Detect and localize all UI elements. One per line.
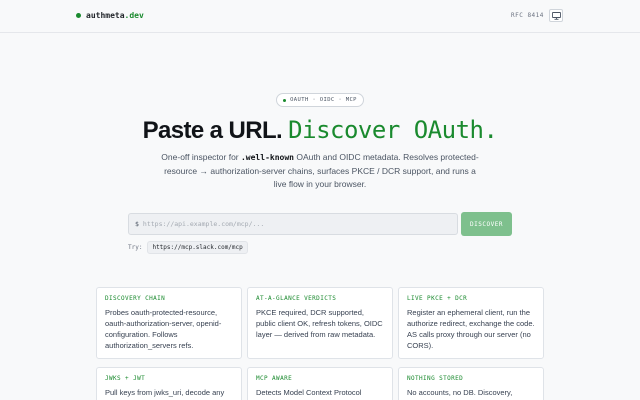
feature-card-live-pkce: LIVE PKCE + DCR Register an ephemeral cl… xyxy=(398,287,544,359)
card-title: AT-A-GLANCE VERDICTS xyxy=(256,295,337,302)
page-headline: Paste a URL. Discover OAuth. xyxy=(0,116,640,145)
protocol-pill: OAUTH · OIDC · MCP xyxy=(276,93,364,107)
pill-dot-icon xyxy=(283,98,287,102)
feature-card-verdicts: AT-A-GLANCE VERDICTS PKCE required, DCR … xyxy=(247,287,393,359)
page-subtitle: One-off inspector for .well-known OAuth … xyxy=(160,151,480,192)
card-description: No accounts, no DB. Discovery, xyxy=(407,388,513,397)
feature-card-mcp: MCP AWARE Detects Model Context Protocol xyxy=(247,367,393,400)
card-title: LIVE PKCE + DCR xyxy=(407,295,468,302)
feature-card-nothing-stored: NOTHING STORED No accounts, no DB. Disco… xyxy=(398,367,544,400)
brand-tld: .dev xyxy=(124,11,144,20)
card-description: Probes oauth-protected-resource, oauth-a… xyxy=(105,308,222,350)
card-title: JWKS + JWT xyxy=(105,375,146,382)
try-label: Try: xyxy=(128,244,143,251)
card-title: DISCOVERY CHAIN xyxy=(105,295,166,302)
url-input[interactable] xyxy=(142,220,457,228)
url-search-box[interactable]: $ xyxy=(128,213,458,235)
brand-dot-icon xyxy=(76,13,81,18)
card-description: Register an ephemeral client, run the au… xyxy=(407,308,535,350)
card-description: Pull keys from jwks_uri, decode any xyxy=(105,388,225,397)
try-example: Try: https://mcp.slack.com/mcp xyxy=(128,241,248,254)
try-example-link[interactable]: https://mcp.slack.com/mcp xyxy=(147,241,248,254)
theme-toggle-button[interactable] xyxy=(549,9,563,22)
subtitle-code: .well-known xyxy=(240,153,294,162)
subtitle-text-1: One-off inspector for xyxy=(161,152,241,162)
brand-logo[interactable]: authmeta.dev xyxy=(76,11,144,20)
headline-accent: Discover OAuth. xyxy=(288,116,498,144)
card-description: PKCE required, DCR supported, public cli… xyxy=(256,308,383,339)
card-description: Detects Model Context Protocol xyxy=(256,388,362,397)
pill-label: OAUTH · OIDC · MCP xyxy=(290,97,357,103)
top-header: authmeta.dev RFC 8414 xyxy=(0,0,640,33)
discover-button[interactable]: DISCOVER xyxy=(461,212,512,236)
rfc-label: RFC 8414 xyxy=(511,12,544,19)
feature-card-discovery-chain: DISCOVERY CHAIN Probes oauth-protected-r… xyxy=(96,287,242,359)
card-title: NOTHING STORED xyxy=(407,375,464,382)
prompt-symbol: $ xyxy=(135,220,139,228)
brand-name: authmeta xyxy=(86,11,125,20)
headline-plain: Paste a URL. xyxy=(142,117,283,144)
feature-card-jwks: JWKS + JWT Pull keys from jwks_uri, deco… xyxy=(96,367,242,400)
monitor-icon xyxy=(551,11,561,20)
card-title: MCP AWARE xyxy=(256,375,293,382)
